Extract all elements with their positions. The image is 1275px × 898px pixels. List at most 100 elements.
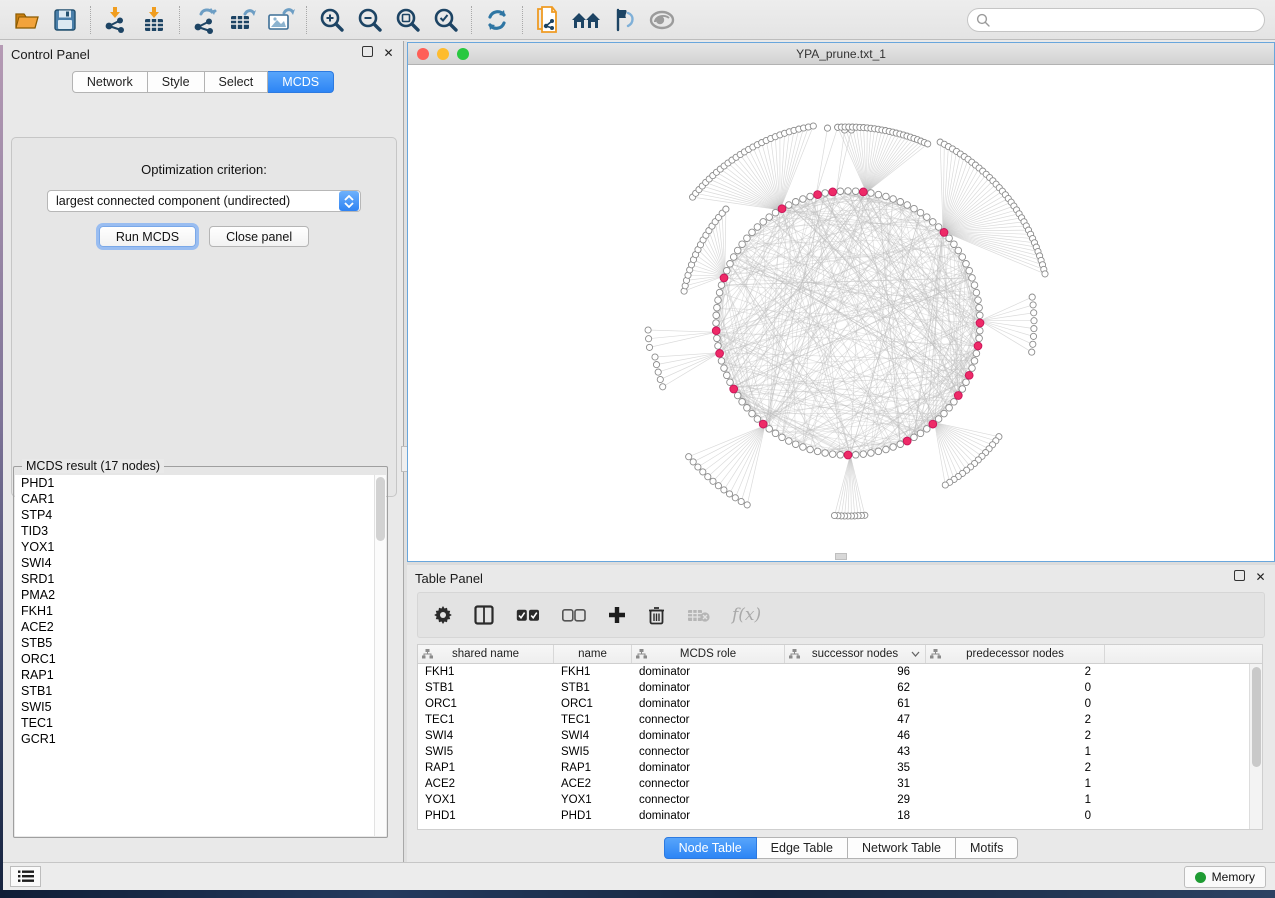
mcds-result-item[interactable]: GCR1 [15,731,386,747]
mcds-result-item[interactable]: STB1 [15,683,386,699]
tab-style[interactable]: Style [148,71,205,93]
canvas-splitter-knob[interactable] [835,553,847,560]
table-cell[interactable]: SWI4 [418,728,554,744]
zoom-fit-button[interactable] [389,3,427,37]
table-cell[interactable]: SWI4 [554,728,632,744]
zoom-selected-button[interactable] [427,3,465,37]
table-cell[interactable]: 1 [926,776,1105,792]
mcds-result-item[interactable]: PHD1 [15,475,386,491]
table-cell[interactable]: ORC1 [554,696,632,712]
tab-edge-table[interactable]: Edge Table [757,837,848,859]
mcds-result-item[interactable]: CAR1 [15,491,386,507]
table-cell[interactable]: 2 [926,760,1105,776]
mcds-result-item[interactable]: YOX1 [15,539,386,555]
graphics-details-button[interactable] [605,3,643,37]
table-cell[interactable]: connector [632,792,785,808]
table-row[interactable]: SWI4SWI4dominator462 [418,728,1249,744]
table-cell[interactable]: SWI5 [418,744,554,760]
table-settings-button[interactable] [434,606,452,624]
mcds-result-item[interactable]: SWI4 [15,555,386,571]
column-header-name[interactable]: name [554,645,632,663]
network-titlebar[interactable]: YPA_prune.txt_1 [408,43,1274,65]
table-cell[interactable]: dominator [632,728,785,744]
table-cell[interactable]: 47 [785,712,926,728]
table-cell[interactable]: 0 [926,696,1105,712]
table-cell[interactable]: 18 [785,808,926,824]
table-cell[interactable]: YOX1 [554,792,632,808]
table-cell[interactable]: ORC1 [418,696,554,712]
column-header-shared-name[interactable]: shared name [418,645,554,663]
table-row[interactable]: FKH1FKH1dominator962 [418,664,1249,680]
first-neighbors-button[interactable] [567,3,605,37]
table-cell[interactable]: SWI5 [554,744,632,760]
network-graph[interactable] [408,65,1274,561]
mcds-result-item[interactable]: RAP1 [15,667,386,683]
table-cell[interactable]: ACE2 [418,776,554,792]
table-row[interactable]: YOX1YOX1connector291 [418,792,1249,808]
mcds-result-item[interactable]: STP4 [15,507,386,523]
table-cell[interactable]: STB1 [554,680,632,696]
mcds-result-item[interactable]: ACE2 [15,619,386,635]
network-canvas[interactable] [408,65,1274,561]
table-cell[interactable]: 2 [926,664,1105,680]
column-header-MCDS-role[interactable]: MCDS role [632,645,785,663]
table-cell[interactable]: dominator [632,808,785,824]
table-cell[interactable]: PHD1 [554,808,632,824]
table-cell[interactable]: RAP1 [418,760,554,776]
search-field[interactable] [967,8,1265,32]
table-row[interactable]: SWI5SWI5connector431 [418,744,1249,760]
show-columns-button[interactable] [474,605,494,625]
table-cell[interactable]: TEC1 [554,712,632,728]
tab-node-table[interactable]: Node Table [664,837,757,859]
open-session-button[interactable] [8,3,46,37]
run-mcds-button[interactable]: Run MCDS [99,226,196,247]
table-cell[interactable]: 2 [926,728,1105,744]
table-row[interactable]: RAP1RAP1dominator352 [418,760,1249,776]
mcds-result-item[interactable]: ORC1 [15,651,386,667]
close-panel-icon[interactable]: ✕ [382,46,395,59]
tab-network-table[interactable]: Network Table [848,837,956,859]
table-row[interactable]: TEC1TEC1connector472 [418,712,1249,728]
deselect-all-button[interactable] [562,609,586,622]
table-cell[interactable]: 2 [926,712,1105,728]
table-cell[interactable]: 96 [785,664,926,680]
table-cell[interactable]: dominator [632,680,785,696]
table-row[interactable]: PHD1PHD1dominator180 [418,808,1249,824]
float-panel-icon[interactable] [362,46,373,57]
table-cell[interactable]: dominator [632,664,785,680]
column-header-predecessor-nodes[interactable]: predecessor nodes [926,645,1105,663]
table-cell[interactable]: connector [632,776,785,792]
export-image-button[interactable] [262,3,300,37]
close-window-icon[interactable] [417,48,429,60]
tab-mcds[interactable]: MCDS [268,71,334,93]
mcds-result-item[interactable]: SRD1 [15,571,386,587]
table-cell[interactable]: dominator [632,696,785,712]
task-history-button[interactable] [10,866,41,887]
table-cell[interactable]: 0 [926,680,1105,696]
minimize-window-icon[interactable] [437,48,449,60]
maximize-window-icon[interactable] [457,48,469,60]
table-cell[interactable]: STB1 [418,680,554,696]
tab-motifs[interactable]: Motifs [956,837,1018,859]
tab-network[interactable]: Network [72,71,148,93]
table-cell[interactable]: 0 [926,808,1105,824]
mcds-result-item[interactable]: TEC1 [15,715,386,731]
zoom-in-button[interactable] [313,3,351,37]
table-cell[interactable]: 46 [785,728,926,744]
table-cell[interactable]: ACE2 [554,776,632,792]
mcds-list-scrollbar[interactable] [374,475,386,836]
import-table-button[interactable] [135,3,173,37]
mcds-result-item[interactable]: TID3 [15,523,386,539]
memory-button[interactable]: Memory [1184,866,1266,888]
table-cell[interactable]: connector [632,744,785,760]
table-cell[interactable]: RAP1 [554,760,632,776]
select-all-button[interactable] [516,609,540,622]
table-cell[interactable]: 31 [785,776,926,792]
table-cell[interactable]: 29 [785,792,926,808]
mcds-result-item[interactable]: SWI5 [15,699,386,715]
table-cell[interactable]: FKH1 [554,664,632,680]
mcds-result-item[interactable]: PMA2 [15,587,386,603]
table-cell[interactable]: 43 [785,744,926,760]
export-table-button[interactable] [224,3,262,37]
float-table-panel-icon[interactable] [1234,570,1245,581]
